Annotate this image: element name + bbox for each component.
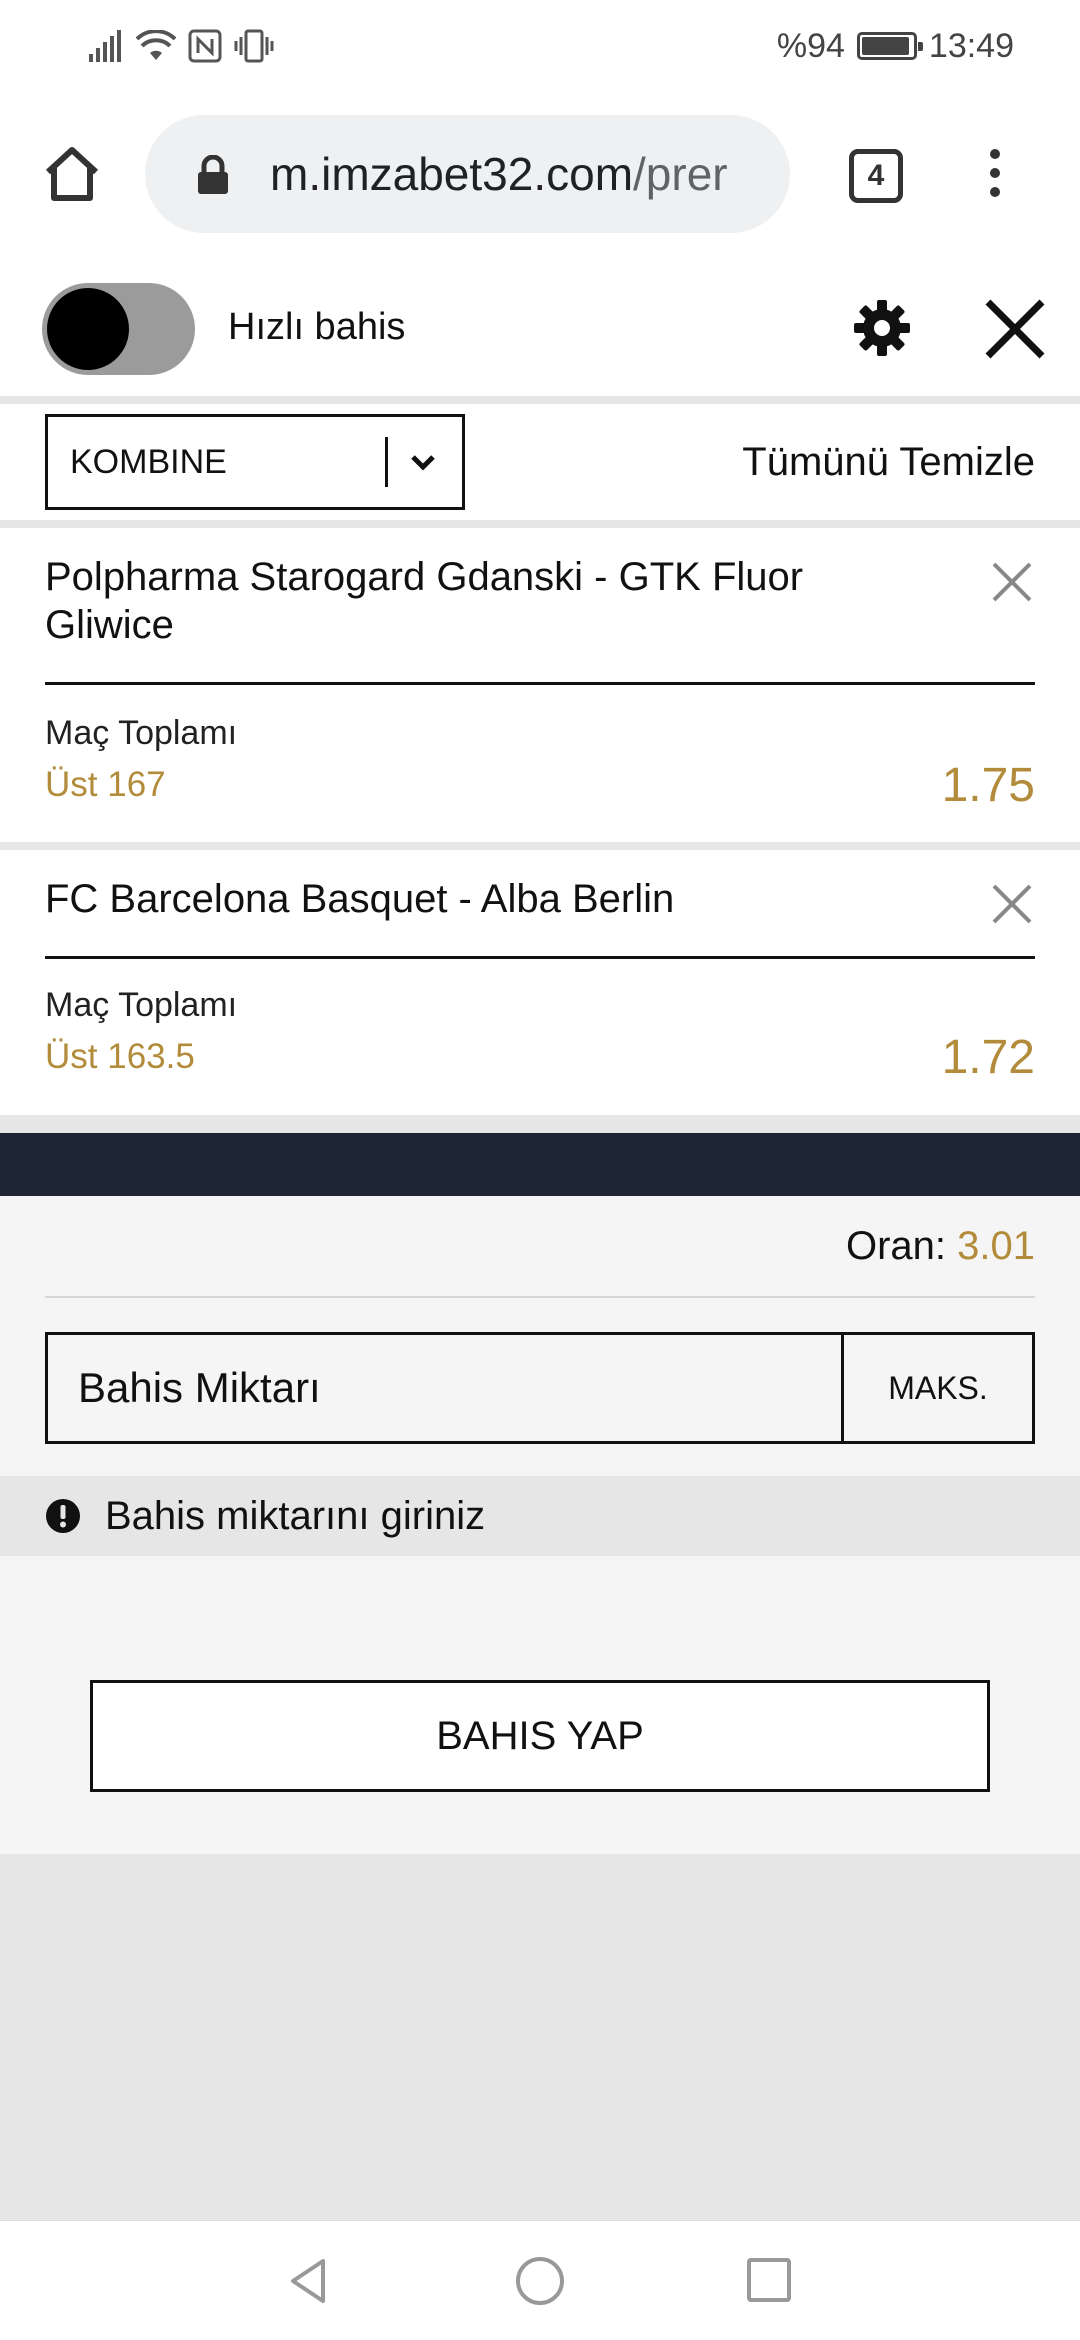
bet-market: Maç Toplamı [45, 714, 238, 752]
home-circle-icon[interactable] [514, 2255, 566, 2307]
summary-divider [45, 1296, 1035, 1298]
total-odds: Oran: 3.01 [846, 1221, 1035, 1271]
quick-bet-label: Hızlı bahis [228, 306, 406, 348]
bet-divider [45, 682, 1035, 685]
bet-selection: Üst 163.5 [45, 1037, 195, 1076]
url-text: m.imzabet32.com/prer [270, 115, 728, 233]
address-bar[interactable]: m.imzabet32.com/prer [145, 115, 790, 233]
bet-type-select[interactable]: KOMBINE [45, 414, 465, 510]
home-icon[interactable] [40, 142, 104, 206]
battery-icon [856, 32, 923, 60]
signal-icon [89, 30, 121, 62]
tab-switcher-button[interactable]: 4 [849, 149, 903, 203]
bet-match-name: Polpharma Starogard Gdanski - GTK Fluor … [45, 555, 804, 647]
bet-item: Polpharma Starogard Gdanski - GTK Fluor … [0, 528, 1080, 842]
quick-bet-toggle[interactable] [42, 283, 195, 375]
lock-icon [198, 155, 228, 194]
remove-bet-icon[interactable] [990, 560, 1034, 604]
toggle-knob [47, 288, 129, 370]
remove-bet-icon[interactable] [990, 882, 1034, 926]
betslip-summary: Oran: 3.01 MAKS. Bahis miktarını giriniz… [0, 1196, 1080, 1854]
battery-level [861, 37, 909, 55]
battery-percent: %94 [776, 26, 845, 65]
recent-apps-icon[interactable] [746, 2257, 792, 2303]
total-odds-value: 3.01 [957, 1224, 1035, 1268]
browser-toolbar: m.imzabet32.com/prer 4 [0, 95, 1080, 258]
summary-divider-band [0, 1133, 1080, 1196]
system-nav-bar [0, 2220, 1080, 2340]
bet-type-value: KOMBINE [70, 443, 227, 481]
bet-match-name: FC Barcelona Basquet - Alba Berlin [45, 877, 675, 921]
status-icons [88, 26, 274, 66]
select-divider [385, 437, 388, 487]
betslip-header: Hızlı bahis [0, 258, 1080, 400]
bet-divider [45, 956, 1035, 959]
stake-input[interactable] [48, 1335, 841, 1441]
status-bar: %94 13:49 [0, 0, 1080, 95]
chevron-down-icon [411, 455, 435, 471]
bet-type-row: KOMBINE Tümünü Temizle [0, 404, 1080, 524]
status-right: %94 13:49 [777, 22, 1014, 70]
exclamation-icon [46, 1499, 80, 1533]
bet-odds: 1.75 [941, 759, 1035, 812]
bet-market: Maç Toplamı [45, 986, 238, 1024]
total-odds-label: Oran: [845, 1224, 947, 1268]
warning-text: Bahis miktarını giriniz [105, 1494, 486, 1538]
nfc-icon [188, 29, 222, 63]
url-path: /prer [633, 148, 728, 200]
clear-all-button[interactable]: Tümünü Temizle [742, 434, 1035, 490]
bet-item: FC Barcelona Basquet - Alba Berlin Maç T… [0, 850, 1080, 1115]
bet-selection: Üst 167 [45, 765, 166, 804]
bet-odds: 1.72 [941, 1031, 1035, 1084]
close-icon[interactable] [982, 296, 1048, 362]
overflow-menu-icon[interactable] [980, 145, 1010, 205]
max-stake-button[interactable]: MAKS. [841, 1335, 1032, 1441]
url-domain: m.imzabet32.com [270, 148, 634, 200]
stake-warning: Bahis miktarını giriniz [0, 1476, 1080, 1556]
gear-icon[interactable] [852, 298, 912, 358]
place-bet-button[interactable]: BAHIS YAP [90, 1680, 990, 1792]
vibrate-icon [234, 29, 274, 63]
wifi-icon [136, 30, 176, 60]
stake-field-group: MAKS. [45, 1332, 1035, 1444]
clock: 13:49 [928, 26, 1014, 65]
back-icon[interactable] [283, 2255, 335, 2307]
